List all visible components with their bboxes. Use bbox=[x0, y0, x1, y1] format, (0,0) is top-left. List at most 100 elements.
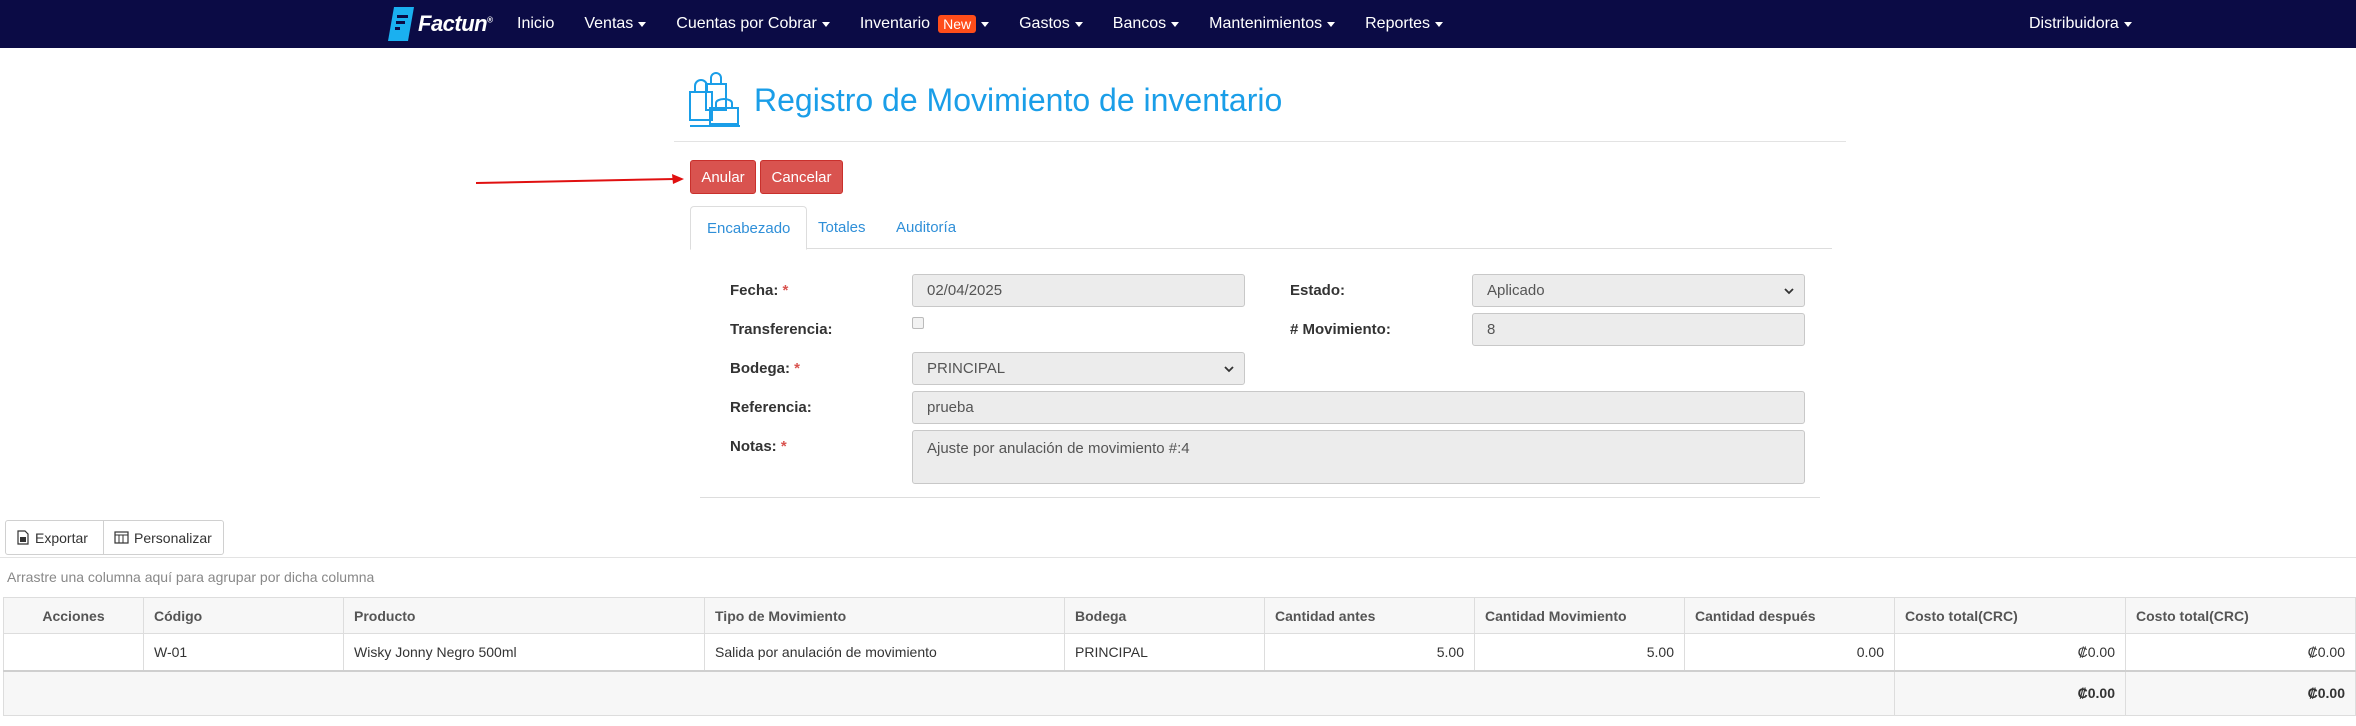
cell-costo-total-1: ₡0.00 bbox=[1894, 633, 2126, 671]
new-badge: New bbox=[938, 15, 977, 33]
account-label: Distribuidora bbox=[2029, 15, 2119, 32]
nav-ventas-label: Ventas bbox=[584, 15, 634, 32]
account-area: Distribuidora bbox=[2014, 0, 2147, 48]
bodega-label-text: Bodega: bbox=[730, 360, 790, 377]
cell-codigo: W-01 bbox=[143, 633, 344, 671]
cell-producto: Wisky Jonny Negro 500ml bbox=[343, 633, 705, 671]
columns-settings-icon bbox=[114, 531, 129, 544]
estado-select-value: Aplicado bbox=[1487, 282, 1545, 299]
account-menu[interactable]: Distribuidora bbox=[2014, 0, 2147, 48]
required-mark: * bbox=[782, 282, 789, 299]
tab-auditoria[interactable]: Auditoría bbox=[880, 206, 972, 249]
top-navbar: Factun® Inicio Ventas Cuentas por Cobrar… bbox=[0, 0, 2356, 48]
cancelar-button[interactable]: Cancelar bbox=[760, 160, 843, 194]
referencia-label: Referencia: bbox=[730, 399, 812, 416]
transferencia-label: Transferencia: bbox=[730, 321, 833, 338]
grid-header-row: Acciones Código Producto Tipo de Movimie… bbox=[3, 597, 2356, 634]
referencia-input[interactable]: prueba bbox=[912, 391, 1805, 424]
caret-down-icon bbox=[1074, 21, 1083, 27]
anular-button[interactable]: Anular bbox=[690, 160, 756, 194]
annotation-arrow-icon bbox=[475, 174, 684, 184]
transferencia-checkbox[interactable] bbox=[912, 317, 924, 329]
fecha-input[interactable]: 02/04/2025 bbox=[912, 274, 1245, 307]
movimiento-label: # Movimiento: bbox=[1290, 321, 1391, 338]
chevron-down-icon bbox=[1224, 365, 1234, 372]
nav-gastos-label: Gastos bbox=[1019, 15, 1070, 32]
cell-cantidad-despues: 0.00 bbox=[1684, 633, 1895, 671]
nav-cuentas-por-cobrar[interactable]: Cuentas por Cobrar bbox=[661, 0, 845, 48]
bodega-select-value: PRINCIPAL bbox=[927, 360, 1006, 377]
col-bodega[interactable]: Bodega bbox=[1064, 597, 1265, 634]
notas-label-text: Notas: bbox=[730, 438, 777, 455]
col-acciones[interactable]: Acciones bbox=[3, 597, 144, 634]
nav-bancos[interactable]: Bancos bbox=[1098, 0, 1194, 48]
brand-logo[interactable]: Factun® bbox=[388, 6, 493, 42]
caret-down-icon bbox=[1435, 21, 1444, 27]
page-header: Registro de Movimiento de inventario bbox=[688, 70, 1282, 130]
nav-bancos-label: Bancos bbox=[1112, 15, 1167, 32]
cell-acciones bbox=[3, 633, 144, 671]
estado-select[interactable]: Aplicado bbox=[1472, 274, 1805, 307]
shopping-bags-icon bbox=[689, 72, 740, 127]
nav-cuentas-label: Cuentas por Cobrar bbox=[676, 15, 817, 32]
table-row[interactable]: W-01 Wisky Jonny Negro 500ml Salida por … bbox=[3, 633, 2356, 671]
export-document-icon bbox=[17, 530, 29, 545]
tab-totales[interactable]: Totales bbox=[802, 206, 882, 249]
nav-mantenimientos[interactable]: Mantenimientos bbox=[1194, 0, 1350, 48]
fecha-label-text: Fecha: bbox=[730, 282, 779, 299]
header-divider bbox=[674, 141, 1846, 142]
group-by-panel[interactable]: Arrastre una columna aquí para agrupar p… bbox=[7, 569, 374, 585]
estado-label: Estado: bbox=[1290, 282, 1346, 299]
caret-down-icon bbox=[821, 21, 830, 27]
nav-reportes-label: Reportes bbox=[1365, 15, 1431, 32]
col-codigo[interactable]: Código bbox=[143, 597, 344, 634]
nav-inicio-label: Inicio bbox=[517, 15, 555, 32]
caret-down-icon bbox=[1171, 21, 1180, 27]
caret-down-icon bbox=[2123, 21, 2132, 27]
fecha-label: Fecha: * bbox=[730, 282, 788, 299]
col-cantidad-movimiento[interactable]: Cantidad Movimiento bbox=[1474, 597, 1685, 634]
grid-footer-row: ₡0.00 ₡0.00 bbox=[3, 669, 2356, 716]
nav-gastos[interactable]: Gastos bbox=[1004, 0, 1098, 48]
col-costo-total-2[interactable]: Costo total(CRC) bbox=[2125, 597, 2356, 634]
nav-inicio[interactable]: Inicio bbox=[502, 0, 569, 48]
caret-down-icon bbox=[638, 21, 647, 27]
nav-reportes[interactable]: Reportes bbox=[1350, 0, 1458, 48]
col-cantidad-antes[interactable]: Cantidad antes bbox=[1264, 597, 1475, 634]
col-costo-total-1[interactable]: Costo total(CRC) bbox=[1894, 597, 2126, 634]
main-menu: Inicio Ventas Cuentas por Cobrar Inventa… bbox=[502, 0, 1458, 48]
cell-bodega: PRINCIPAL bbox=[1064, 633, 1265, 671]
col-producto[interactable]: Producto bbox=[343, 597, 705, 634]
col-tipo-movimiento[interactable]: Tipo de Movimiento bbox=[704, 597, 1065, 634]
cell-tipo: Salida por anulación de movimiento bbox=[704, 633, 1065, 671]
tab-bar: Encabezado Totales Auditoría bbox=[690, 206, 1832, 250]
personalizar-button[interactable]: Personalizar bbox=[104, 520, 224, 555]
brand-name: Factun bbox=[418, 11, 488, 36]
cell-cantidad-movimiento: 5.00 bbox=[1474, 633, 1685, 671]
nav-ventas[interactable]: Ventas bbox=[569, 0, 661, 48]
group-panel-divider bbox=[0, 557, 2356, 558]
cell-cantidad-antes: 5.00 bbox=[1264, 633, 1475, 671]
exportar-button[interactable]: Exportar bbox=[5, 520, 104, 555]
personalizar-label: Personalizar bbox=[134, 529, 212, 546]
movimiento-input[interactable]: 8 bbox=[1472, 313, 1805, 346]
footer-costo-total-1: ₡0.00 bbox=[1894, 669, 2126, 716]
nav-inventario[interactable]: Inventario New bbox=[845, 0, 1004, 48]
footer-costo-total-2: ₡0.00 bbox=[2125, 669, 2356, 716]
exportar-label: Exportar bbox=[35, 529, 88, 546]
caret-down-icon bbox=[981, 21, 990, 27]
nav-inventario-label: Inventario bbox=[859, 15, 931, 32]
required-mark: * bbox=[794, 360, 801, 377]
form-divider bbox=[700, 497, 1820, 498]
movements-grid: Acciones Código Producto Tipo de Movimie… bbox=[3, 597, 2356, 716]
nav-mantenimientos-label: Mantenimientos bbox=[1209, 15, 1323, 32]
notas-textarea[interactable]: Ajuste por anulación de movimiento #:4 bbox=[912, 430, 1805, 484]
brand-trademark: ® bbox=[487, 15, 493, 25]
bodega-select[interactable]: PRINCIPAL bbox=[912, 352, 1245, 385]
col-cantidad-despues[interactable]: Cantidad después bbox=[1684, 597, 1895, 634]
tab-encabezado[interactable]: Encabezado bbox=[690, 206, 808, 250]
footer-empty bbox=[3, 669, 1895, 716]
caret-down-icon bbox=[1327, 21, 1336, 27]
chevron-down-icon bbox=[1784, 287, 1794, 294]
factun-logo-icon bbox=[388, 7, 414, 41]
